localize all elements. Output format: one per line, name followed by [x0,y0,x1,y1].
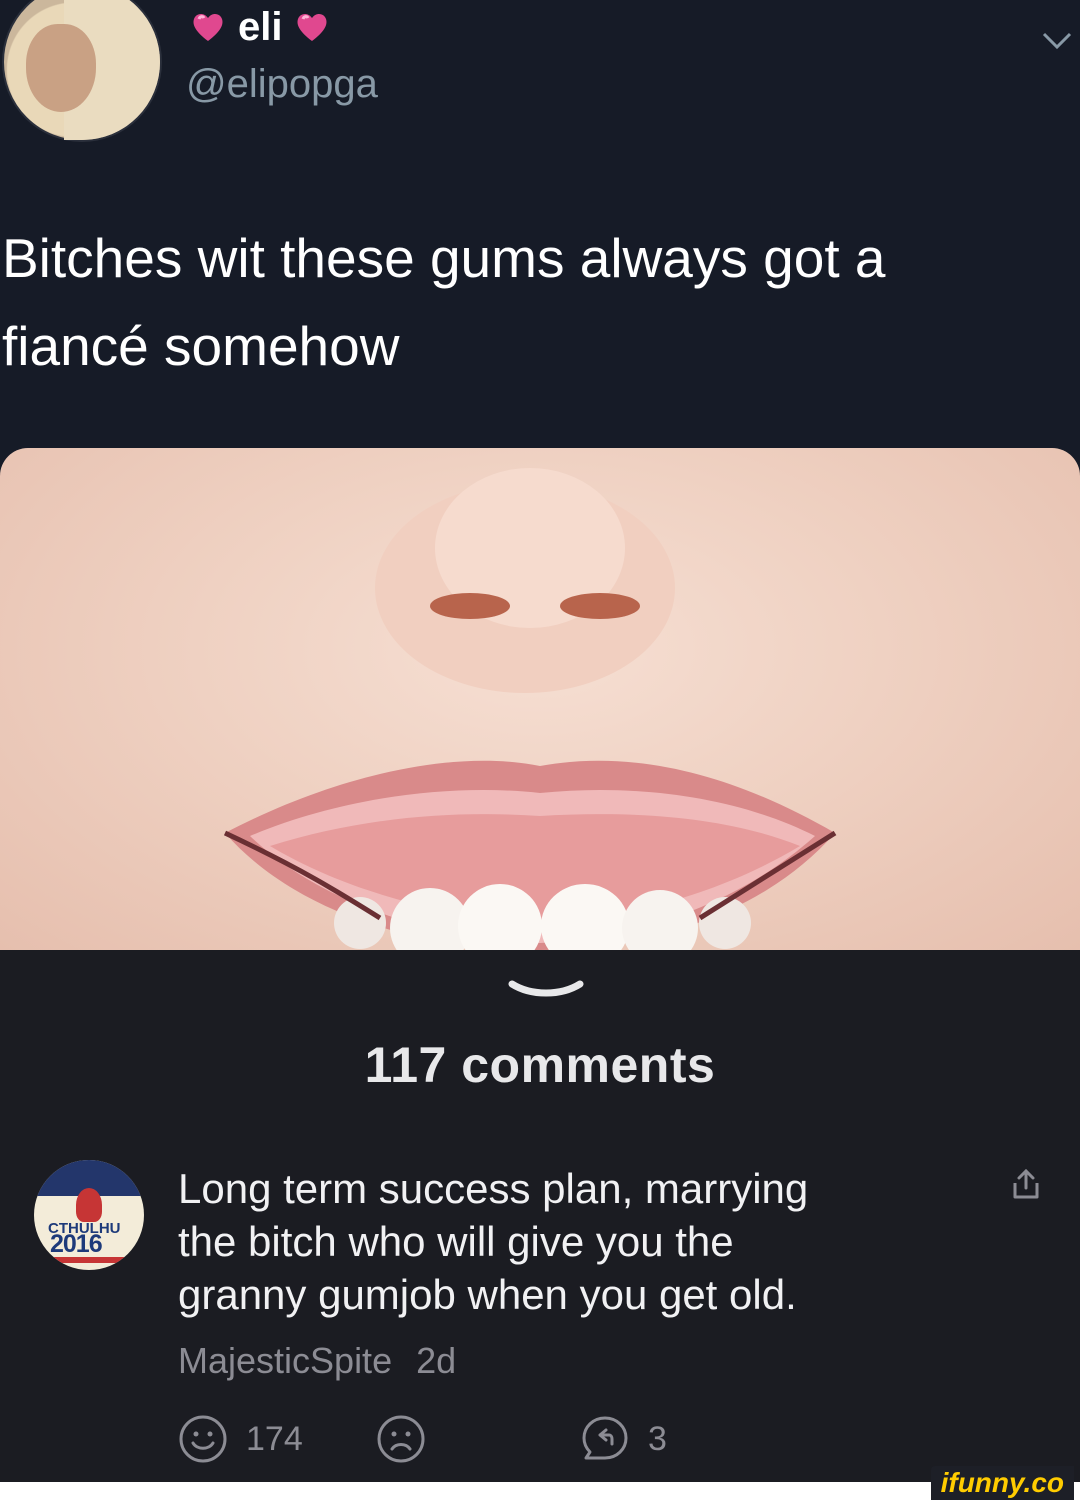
avatar-text: 2016 [50,1230,103,1258]
comments-count: 117 comments [364,1037,716,1093]
frown-icon [376,1414,426,1464]
comment-time: 2d [416,1340,457,1381]
reply-icon [580,1414,630,1464]
ifunny-watermark: ifunny.co [930,1466,1074,1500]
pink-heart-icon [294,9,330,45]
chevron-down-icon[interactable] [1040,22,1074,56]
share-icon[interactable] [1008,1166,1044,1202]
avatar[interactable]: CTHULHU 2016 [34,1160,144,1270]
tweet-text: Bitches wit these gums always got a fian… [2,227,886,377]
comment-author[interactable]: MajesticSpite [178,1340,392,1381]
tweet-avatar [2,0,162,142]
tweet-image [0,448,1080,950]
unsmile-button[interactable] [376,1414,426,1464]
tweet-handle: @elipopga [186,62,378,106]
chevron-down-icon[interactable] [506,978,586,1004]
smile-count: 174 [246,1419,303,1458]
smile-icon [178,1414,228,1464]
watermark-bar [0,1482,1080,1501]
pink-heart-icon [190,9,226,45]
tweet-name-row: eli [190,4,330,50]
comment-text: Long term success plan, marrying the bit… [178,1165,809,1318]
reply-count: 3 [648,1419,667,1458]
comment-actions: 174 3 [178,1414,698,1466]
comment-meta: MajesticSpite 2d [178,1340,456,1382]
tweet-screenshot: eli @elipopga Bitches wit these gums alw… [0,0,1080,950]
tweet-display-name: eli [238,4,283,49]
smile-button[interactable]: 174 [178,1414,303,1464]
reply-button[interactable]: 3 [580,1414,667,1464]
